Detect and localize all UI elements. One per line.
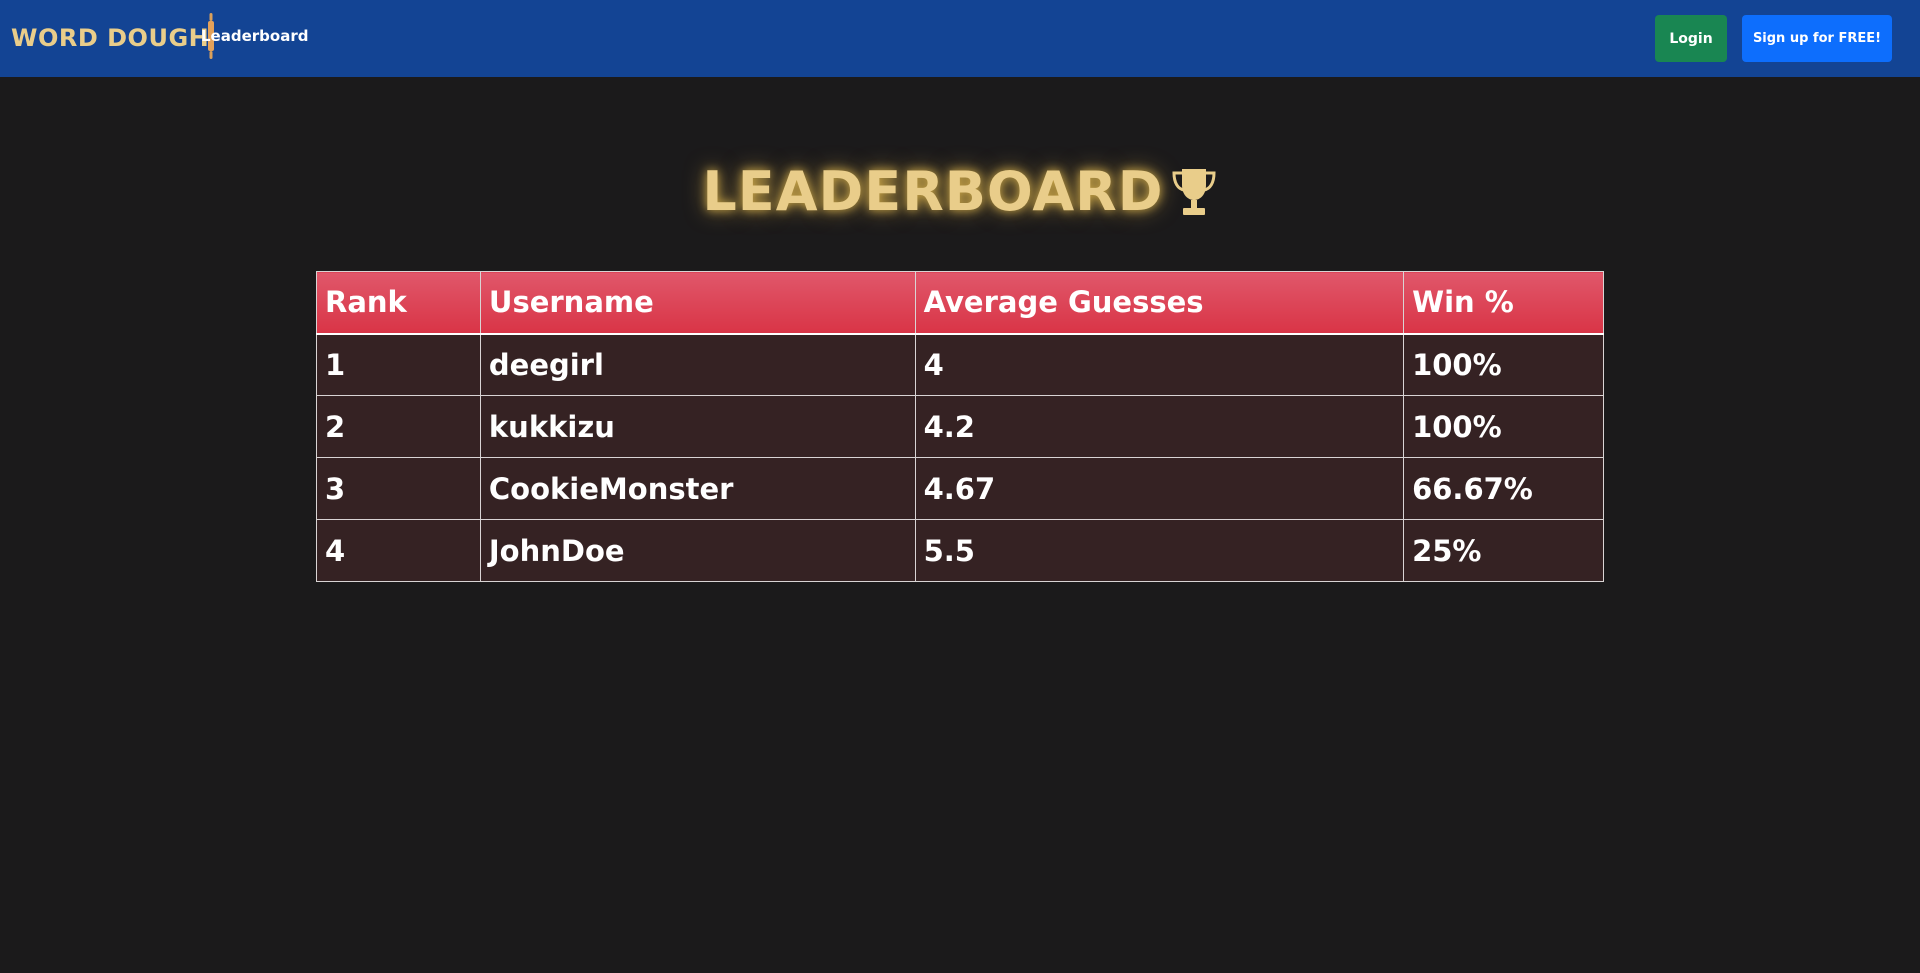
- trophy-icon: [1172, 168, 1216, 215]
- cell-average-guesses: 4.67: [914, 457, 1405, 520]
- cell-rank: 4: [316, 519, 481, 582]
- login-button[interactable]: Login: [1655, 15, 1727, 62]
- cell-win-percent: 100%: [1403, 333, 1604, 396]
- table-row: 3 CookieMonster 4.67 66.67%: [316, 457, 1604, 520]
- cell-win-percent: 100%: [1403, 395, 1604, 458]
- page-title: LEADERBOARD: [702, 160, 1164, 223]
- cell-rank: 2: [316, 395, 481, 458]
- table-header-row: Rank Username Average Guesses Win %: [316, 271, 1604, 335]
- cell-username: deegirl: [479, 333, 916, 396]
- column-header-username: Username: [479, 271, 916, 335]
- cell-win-percent: 25%: [1403, 519, 1604, 582]
- brand-logo[interactable]: WORD DOUGH: [11, 12, 215, 64]
- cell-username: JohnDoe: [479, 519, 916, 582]
- signup-button[interactable]: Sign up for FREE!: [1742, 15, 1892, 62]
- cell-rank: 3: [316, 457, 481, 520]
- cell-username: kukkizu: [479, 395, 916, 458]
- navbar: WORD DOUGH Leaderboard Login Sign up for…: [0, 0, 1920, 77]
- leaderboard-table: Rank Username Average Guesses Win % 1 de…: [316, 271, 1604, 582]
- column-header-average-guesses: Average Guesses: [914, 271, 1405, 335]
- cell-average-guesses: 4.2: [914, 395, 1405, 458]
- table-row: 1 deegirl 4 100%: [316, 333, 1604, 396]
- nav-link-leaderboard[interactable]: Leaderboard: [201, 27, 308, 45]
- cell-username: CookieMonster: [479, 457, 916, 520]
- table-row: 4 JohnDoe 5.5 25%: [316, 519, 1604, 582]
- table-row: 2 kukkizu 4.2 100%: [316, 395, 1604, 458]
- cell-average-guesses: 4: [914, 333, 1405, 396]
- title-row: LEADERBOARD: [0, 160, 1920, 223]
- brand-name: WORD DOUGH: [11, 24, 210, 52]
- column-header-rank: Rank: [316, 271, 481, 335]
- column-header-win-percent: Win %: [1403, 271, 1604, 335]
- cell-average-guesses: 5.5: [914, 519, 1405, 582]
- cell-rank: 1: [316, 333, 481, 396]
- cell-win-percent: 66.67%: [1403, 457, 1604, 520]
